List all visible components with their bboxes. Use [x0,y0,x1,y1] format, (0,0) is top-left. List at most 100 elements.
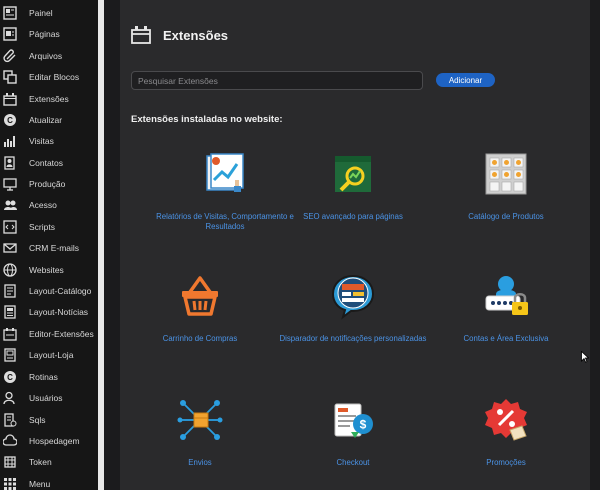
sidebar: Painel Páginas Arquivos Editar Blocos Extens… [0,0,98,490]
extension-label: SEO avançado para páginas [303,212,403,221]
sidebar-item-16[interactable]: Editor-Extensões [0,323,98,344]
extension-item-checkout[interactable]: $ Checkout [278,396,428,468]
search-input[interactable] [131,71,423,90]
users-icon [3,198,17,212]
extension-label: Contas e Área Exclusiva [463,334,549,343]
sidebar-item-2[interactable]: Páginas [0,23,98,44]
sidebar-item-12[interactable]: CRM E-mails [0,237,98,258]
extension-item-promotions[interactable]: Promoções [431,396,581,468]
seo-icon [335,156,371,192]
sidebar-item-22[interactable]: Token [0,451,98,472]
routine-icon: C [3,370,17,384]
sidebar-item-11[interactable]: Scripts [0,216,98,237]
bar-chart-icon [3,134,17,148]
sidebar-item-19[interactable]: Usuários [0,387,98,408]
extension-item-seo[interactable]: SEO avançado para páginas [278,150,428,222]
page-title: Extensões [163,28,229,43]
cloud-icon [3,433,17,448]
visits-report-icon [206,153,244,192]
grid-icon [3,477,17,490]
sidebar-item-20[interactable]: Sqls [0,409,98,430]
sidebar-item-label: Sqls [29,414,46,425]
sidebar-item-label: Produção [29,178,66,189]
sidebar-item-label: Editor-Extensões [29,328,94,339]
section-heading: Extensões instaladas no website: [131,114,283,125]
sidebar-item-3[interactable]: Arquivos [0,45,98,66]
gutter [104,0,120,490]
database-icon [3,412,17,427]
editor-icon [3,327,17,341]
sidebar-item-23[interactable]: Menu [0,473,98,490]
shipping-icon [177,400,223,440]
sidebar-item-15[interactable]: Layout-Notícias [0,301,98,322]
sidebar-item-10[interactable]: Acesso [0,194,98,215]
code-icon [3,219,17,234]
sidebar-item-9[interactable]: Produção [0,173,98,194]
contacts-icon [3,155,17,170]
add-button[interactable]: Adicionar [436,73,495,87]
sidebar-item-label: Páginas [29,28,60,39]
sidebar-item-label: Hospedagem [29,435,80,446]
sidebar-item-14[interactable]: Layout-Catálogo [0,280,98,301]
extension-item-notifications[interactable]: Disparador de notificações personalizada… [278,272,428,344]
sidebar-item-label: Painel [29,7,53,18]
sidebar-item-21[interactable]: Hospedagem [0,430,98,451]
news-icon [3,304,17,319]
sidebar-item-label: Scripts [29,221,55,232]
extension-label: Catálogo de Produtos [468,212,544,221]
sidebar-item-label: Extensões [29,93,69,104]
extension-label: Checkout [336,458,370,467]
refresh-icon: C [3,113,17,127]
sidebar-item-4[interactable]: Editar Blocos [0,66,98,87]
sidebar-item-17[interactable]: Layout-Loja [0,344,98,365]
sidebar-item-6[interactable]: C Atualizar [0,109,98,130]
notification-icon [331,274,375,320]
sidebar-item-1[interactable]: Painel [0,2,98,23]
sidebar-item-label: CRM E-mails [29,242,80,253]
extension-item-shipping[interactable]: Envios [125,396,275,468]
sidebar-item-5[interactable]: Extensões [0,88,98,109]
extension-icon [3,92,17,106]
sidebar-item-label: Token [29,456,52,467]
svg-text:C: C [7,373,13,382]
production-icon [3,177,17,191]
extension-item-shopping-cart[interactable]: Carrinho de Compras [125,272,275,344]
extension-label: Disparador de notificações personalizada… [279,334,427,343]
extension-item-accounts[interactable]: Contas e Área Exclusiva [431,272,581,344]
paperclip-icon [3,48,17,63]
sidebar-item-label: Usuários [29,392,63,403]
extension-icon [131,26,151,44]
extension-item-catalog[interactable]: Catálogo de Produtos [431,150,581,222]
sidebar-item-label: Editar Blocos [29,71,80,82]
mail-icon [3,241,17,255]
extension-label: Envios [188,458,212,467]
sidebar-item-label: Atualizar [29,114,63,125]
sidebar-item-label: Visitas [29,135,54,146]
extension-label: Carrinho de Compras [162,334,238,343]
shopping-basket-icon [182,276,218,316]
blocks-icon [3,69,17,84]
sidebar-item-8[interactable]: Contatos [0,152,98,173]
pages-icon [3,26,17,41]
globe-icon [3,262,17,277]
token-icon [3,455,17,469]
extension-label: Promoções [486,458,526,467]
sidebar-item-7[interactable]: Visitas [0,130,98,151]
store-icon [3,347,17,362]
sidebar-item-label: Websites [29,264,64,275]
sidebar-item-label: Contatos [29,157,64,168]
svg-text:$: $ [360,418,367,432]
sidebar-item-label: Acesso [29,199,57,210]
user-icon [3,391,17,405]
sidebar-item-label: Menu [29,478,51,489]
account-lock-icon [485,276,528,315]
sidebar-item-13[interactable]: Websites [0,259,98,280]
checkout-icon: $ [334,403,373,438]
sidebar-item-18[interactable]: C Rotinas [0,366,98,387]
promotion-icon [485,399,527,441]
svg-text:C: C [7,116,13,125]
catalog-icon [485,153,527,195]
dashboard-icon [3,5,17,20]
sidebar-item-label: Layout-Loja [29,349,74,360]
sidebar-item-label: Rotinas [29,371,58,382]
